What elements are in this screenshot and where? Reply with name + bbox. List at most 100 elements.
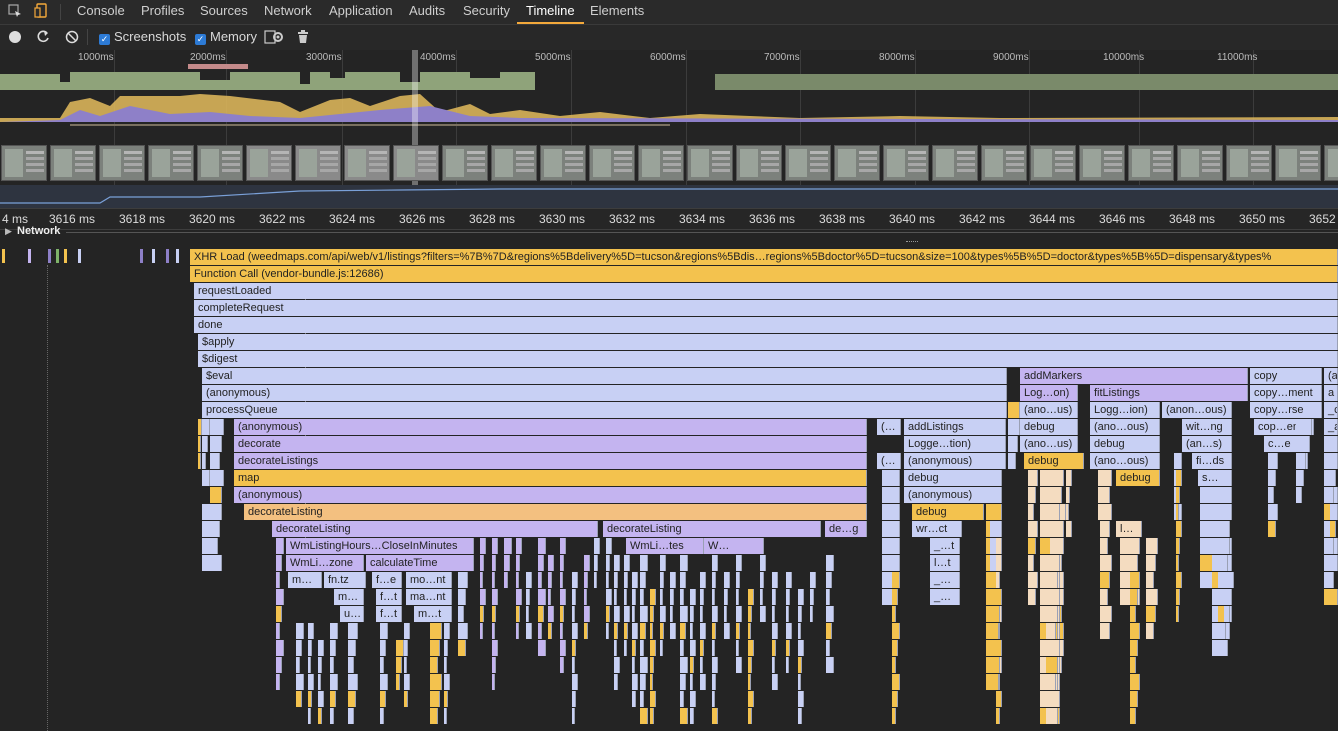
flame-stack-block[interactable] bbox=[1146, 538, 1158, 554]
flame-stack-block[interactable] bbox=[690, 657, 694, 673]
flame-stack-block[interactable] bbox=[1130, 640, 1138, 656]
flame-stack-block[interactable] bbox=[712, 606, 718, 622]
flame-stack-block[interactable] bbox=[202, 453, 206, 469]
flame-stack-block[interactable] bbox=[1100, 555, 1112, 571]
flame-stack-block[interactable] bbox=[712, 691, 715, 707]
flame-stack-block[interactable] bbox=[1066, 487, 1070, 503]
flame-stack-block[interactable] bbox=[712, 657, 718, 673]
flame-block[interactable]: WmLi…zone bbox=[286, 555, 364, 571]
flame-stack-block[interactable] bbox=[1146, 572, 1154, 588]
flame-stack-block[interactable] bbox=[1268, 453, 1278, 469]
flame-stack-block[interactable] bbox=[640, 674, 646, 690]
flame-stack-block[interactable] bbox=[990, 521, 1002, 537]
flame-stack-block[interactable] bbox=[640, 555, 648, 571]
flame-stack-block[interactable] bbox=[614, 589, 617, 605]
flame-stack-block[interactable] bbox=[1046, 691, 1060, 707]
flame-stack-block[interactable] bbox=[680, 708, 688, 724]
tab-network[interactable]: Network bbox=[264, 0, 312, 24]
flame-stack-block[interactable] bbox=[798, 674, 801, 690]
flame-stack-block[interactable] bbox=[516, 589, 522, 605]
flame-stack-block[interactable] bbox=[330, 708, 334, 724]
flame-stack-block[interactable] bbox=[516, 623, 519, 639]
flame-stack-block[interactable] bbox=[640, 657, 648, 673]
flame-stack-block[interactable] bbox=[458, 606, 464, 622]
flame-stack-block[interactable] bbox=[882, 555, 900, 571]
flame-stack-block[interactable] bbox=[1040, 504, 1060, 520]
screenshot-thumbnail[interactable] bbox=[148, 145, 194, 181]
flame-stack-block[interactable] bbox=[1028, 521, 1038, 537]
flame-stack-block[interactable] bbox=[538, 623, 542, 639]
flame-stack-block[interactable] bbox=[680, 589, 684, 605]
flame-stack-block[interactable] bbox=[1046, 623, 1056, 639]
flame-stack-block[interactable] bbox=[202, 521, 220, 537]
flame-block[interactable]: f…t bbox=[376, 606, 402, 622]
flame-stack-block[interactable] bbox=[1066, 504, 1069, 520]
flame-stack-block[interactable] bbox=[538, 606, 544, 622]
flame-stack-block[interactable] bbox=[1330, 470, 1336, 486]
flame-stack-block[interactable] bbox=[380, 657, 384, 673]
flame-stack-block[interactable] bbox=[210, 470, 224, 486]
flame-block[interactable]: de…g bbox=[825, 521, 867, 537]
flame-block[interactable]: fn.tz bbox=[324, 572, 366, 588]
flame-block[interactable]: f…e bbox=[372, 572, 402, 588]
screenshot-thumbnail[interactable] bbox=[1079, 145, 1125, 181]
flame-stack-block[interactable] bbox=[1098, 470, 1112, 486]
flame-stack-block[interactable] bbox=[560, 555, 564, 571]
flame-stack-block[interactable] bbox=[1028, 504, 1034, 520]
flame-stack-block[interactable] bbox=[560, 589, 566, 605]
flame-block[interactable]: (… bbox=[877, 453, 901, 469]
event-marker[interactable] bbox=[78, 249, 81, 263]
flame-stack-block[interactable] bbox=[810, 589, 814, 605]
flame-block[interactable]: decorate bbox=[234, 436, 867, 452]
flame-stack-block[interactable] bbox=[330, 691, 336, 707]
flame-stack-block[interactable] bbox=[202, 419, 210, 435]
event-marker[interactable] bbox=[56, 249, 59, 263]
flame-stack-block[interactable] bbox=[572, 674, 578, 690]
flame-stack-block[interactable] bbox=[458, 640, 466, 656]
flame-stack-block[interactable] bbox=[882, 487, 900, 503]
flame-stack-block[interactable] bbox=[772, 623, 778, 639]
flame-stack-block[interactable] bbox=[210, 419, 224, 435]
flame-block[interactable]: mo…nt bbox=[406, 572, 452, 588]
flame-stack-block[interactable] bbox=[640, 691, 644, 707]
flame-stack-block[interactable] bbox=[1040, 572, 1058, 588]
flame-stack-block[interactable] bbox=[690, 589, 696, 605]
flame-stack-block[interactable] bbox=[1100, 504, 1112, 520]
flame-stack-block[interactable] bbox=[318, 708, 322, 724]
flame-stack-block[interactable] bbox=[660, 589, 663, 605]
flame-stack-block[interactable] bbox=[700, 606, 703, 622]
flame-stack-block[interactable] bbox=[480, 606, 484, 622]
flame-stack-block[interactable] bbox=[1268, 521, 1276, 537]
flame-stack-block[interactable] bbox=[760, 606, 766, 622]
flame-stack-block[interactable] bbox=[786, 606, 789, 622]
flame-stack-block[interactable] bbox=[700, 589, 704, 605]
flame-stack-block[interactable] bbox=[348, 623, 358, 639]
event-marker[interactable] bbox=[152, 249, 155, 263]
flame-block[interactable]: Function Call (vendor-bundle.js:12686) bbox=[190, 266, 1338, 282]
flame-stack-block[interactable] bbox=[996, 606, 1000, 622]
flame-stack-block[interactable] bbox=[712, 555, 718, 571]
flame-stack-block[interactable] bbox=[1176, 504, 1179, 520]
flame-stack-block[interactable] bbox=[480, 623, 483, 639]
flame-stack-block[interactable] bbox=[1120, 538, 1140, 554]
flame-stack-block[interactable] bbox=[1008, 436, 1018, 452]
flame-block[interactable]: WmLi…tes bbox=[626, 538, 704, 554]
flame-stack-block[interactable] bbox=[1268, 504, 1278, 520]
flame-block[interactable]: addListings bbox=[904, 419, 1006, 435]
flame-stack-block[interactable] bbox=[1268, 470, 1276, 486]
flame-stack-block[interactable] bbox=[680, 674, 686, 690]
flame-stack-block[interactable] bbox=[986, 504, 1002, 520]
flame-stack-block[interactable] bbox=[680, 572, 686, 588]
flame-stack-block[interactable] bbox=[480, 555, 484, 571]
flame-chart[interactable]: XHR Load (weedmaps.com/api/web/v1/listin… bbox=[0, 245, 1338, 731]
flame-stack-block[interactable] bbox=[606, 623, 609, 639]
flame-stack-block[interactable] bbox=[1008, 453, 1016, 469]
screenshot-thumbnail[interactable] bbox=[1030, 145, 1076, 181]
flame-stack-block[interactable] bbox=[736, 589, 739, 605]
flame-stack-block[interactable] bbox=[1176, 555, 1179, 571]
screenshot-thumbnail[interactable] bbox=[1, 145, 47, 181]
flame-block[interactable]: $digest bbox=[198, 351, 1338, 367]
flame-stack-block[interactable] bbox=[516, 538, 522, 554]
flame-stack-block[interactable] bbox=[584, 572, 588, 588]
flame-stack-block[interactable] bbox=[202, 504, 222, 520]
